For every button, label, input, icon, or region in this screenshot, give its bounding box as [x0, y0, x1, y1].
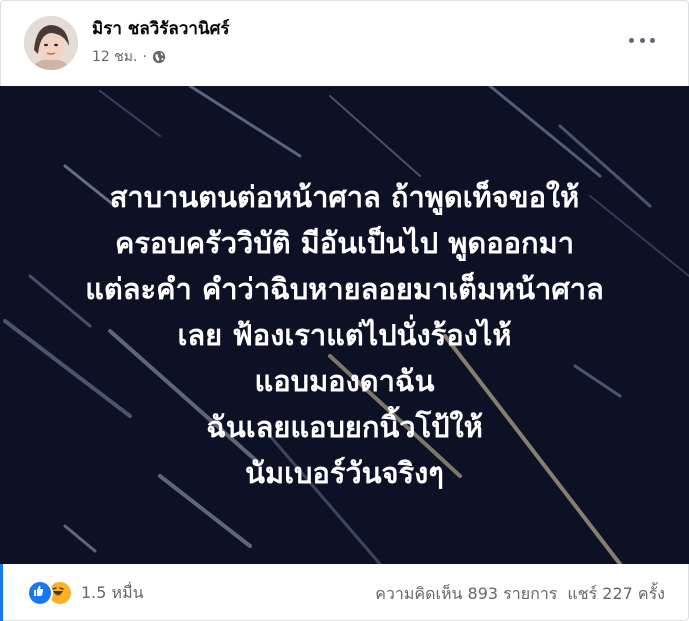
more-options-icon[interactable]: [629, 30, 655, 50]
post-image[interactable]: สาบานตนต่อหน้าศาล ถ้าพูดเท็จขอให้ ครอบคร…: [0, 86, 689, 564]
post-header: มิรา ชลวิรัลวานิศร์ 12 ชม. ·: [0, 0, 689, 86]
more-dot: [629, 37, 634, 43]
reaction-count: 1.5 หมื่น: [81, 582, 144, 602]
avatar[interactable]: [24, 16, 78, 70]
like-icon: [27, 580, 53, 606]
post-text: สาบานตนต่อหน้าศาล ถ้าพูดเท็จขอให้ ครอบคร…: [0, 174, 689, 496]
comments-count-link[interactable]: ความคิดเห็น 893 รายการ: [375, 582, 557, 607]
more-dot: [650, 37, 655, 43]
post-text-line: แต่ละคำ คำว่าฉิบหายลอยมาเต็มหน้าศาล: [85, 272, 604, 306]
globe-icon[interactable]: [152, 50, 166, 64]
more-dot: [639, 37, 645, 43]
author-name[interactable]: มิรา ชลวิรัลวานิศร์: [92, 15, 230, 42]
reactions-summary[interactable]: 1.5 หมื่น: [27, 580, 144, 606]
post-text-line: ฉันเลยแอบยกนิ้วโป้ให้: [206, 410, 483, 444]
post-text-line: ครอบครัววิบัติ มีอันเป็นไป พูดออกมา: [114, 226, 574, 260]
post-text-line: สาบานตนต่อหน้าศาล ถ้าพูดเท็จขอให้: [109, 180, 580, 214]
post-text-line: นัมเบอร์วันจริงๆ: [245, 456, 444, 490]
shares-count-link[interactable]: แชร์ 227 ครั้ง: [567, 582, 665, 607]
post-text-line: แอบมองดาฉัน: [254, 364, 435, 398]
post-meta: 12 ชม. ·: [92, 46, 166, 68]
post-text-line: เลย ฟ้องเราแต่ไปนั่งร้องไห้: [177, 318, 512, 352]
post-time[interactable]: 12 ชม.: [92, 46, 137, 68]
meta-separator: ·: [142, 49, 147, 65]
post-footer: 1.5 หมื่น ความคิดเห็น 893 รายการ แชร์ 22…: [0, 564, 689, 621]
avatar-image: [24, 16, 78, 70]
engagement-stats: ความคิดเห็น 893 รายการ แชร์ 227 ครั้ง: [375, 582, 665, 607]
